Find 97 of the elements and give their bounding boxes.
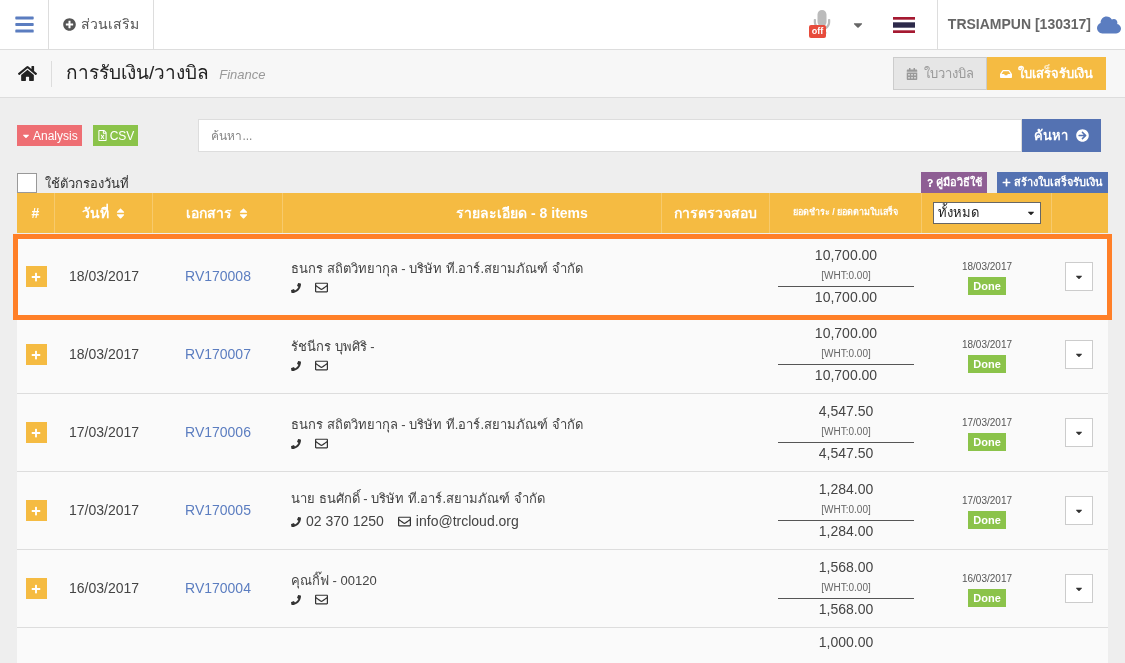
- plus-icon: [31, 427, 41, 438]
- expand-button[interactable]: [25, 500, 47, 521]
- status-badge: Done: [968, 432, 1006, 451]
- document-link[interactable]: RV170005: [185, 500, 251, 521]
- status-date: 18/03/2017: [961, 259, 1013, 274]
- plus-icon: [31, 505, 41, 516]
- status-badge: Done: [968, 588, 1006, 607]
- row-menu-button[interactable]: [1064, 574, 1093, 603]
- column-header: #: [31, 203, 40, 223]
- expand-button[interactable]: [25, 344, 47, 365]
- menu-icon: [13, 14, 35, 35]
- phone-icon: [291, 360, 301, 371]
- expand-button[interactable]: [25, 578, 47, 599]
- envelope-icon: [315, 281, 328, 295]
- cloud-icon[interactable]: [1097, 14, 1121, 35]
- total-text: 10,700.00: [778, 364, 914, 386]
- plus-icon: [1002, 178, 1011, 187]
- column-header: รายละเอียด - 8 items: [455, 203, 588, 223]
- search-button[interactable]: ค้นหา: [1022, 119, 1102, 152]
- plus-icon: [31, 583, 41, 594]
- status-date: 18/03/2017: [961, 337, 1013, 352]
- date-filter-checkbox[interactable]: [17, 173, 37, 193]
- status-date: 17/03/2017: [961, 493, 1013, 508]
- amount-text: 1,000.00: [818, 633, 874, 652]
- sort-icon[interactable]: [238, 206, 249, 220]
- document-link[interactable]: RV170008: [185, 266, 251, 287]
- total-text: 10,700.00: [778, 286, 914, 308]
- wht-text: [WHT:0.00]: [821, 503, 871, 517]
- customer-name: ธนกร สถิตวิทยากุล - บริษัท ที.อาร์.สยามภัณฑ์ จำกัด: [291, 259, 584, 279]
- total-text: 4,547.50: [778, 442, 914, 464]
- sort-icon[interactable]: [114, 206, 126, 220]
- home-icon[interactable]: [18, 65, 37, 82]
- customer-name: ธนกร สถิตวิทยากุล - บริษัท ที.อาร์.สยามภัณฑ์ จำกัด: [291, 415, 584, 435]
- row-menu-button[interactable]: [1064, 418, 1093, 447]
- customer-name: คุณกิ๊ฟ - 00120: [291, 570, 378, 591]
- phone-icon: [291, 516, 301, 527]
- document-link[interactable]: RV170006: [185, 422, 251, 443]
- status-badge: Done: [968, 276, 1006, 295]
- status-filter-select[interactable]: ทั้งหมด: [932, 202, 1041, 224]
- phone-icon: [291, 282, 301, 293]
- status-date: 17/03/2017: [961, 415, 1013, 430]
- create-receipt-button[interactable]: สร้างใบเสร็จรับเงิน: [997, 172, 1108, 193]
- date-text: 18/03/2017: [68, 267, 140, 286]
- wht-text: [WHT:0.00]: [821, 347, 871, 361]
- user-name[interactable]: TRSIAMPUN [130317]: [947, 14, 1091, 35]
- calendar-icon: [906, 67, 918, 80]
- search-field[interactable]: ค้นหา...: [198, 119, 1023, 152]
- analysis-button[interactable]: Analysis: [17, 125, 82, 146]
- row-menu-button[interactable]: [1064, 340, 1093, 369]
- inbox-icon: [1000, 67, 1012, 80]
- amount-text: 10,700.00: [814, 246, 878, 265]
- date-text: 18/03/2017: [68, 345, 140, 364]
- phone-text: 02 370 1250: [306, 512, 384, 532]
- spreadsheet-icon: [96, 130, 108, 141]
- addons-button[interactable]: ส่วนเสริม: [49, 0, 154, 49]
- plus-icon: [31, 349, 41, 360]
- total-text: 1,568.00: [778, 598, 914, 620]
- date-text: 16/03/2017: [68, 579, 140, 598]
- email-text: info@trcloud.org: [415, 512, 519, 532]
- envelope-icon: [397, 515, 411, 529]
- date-filter-label: ใช้ตัวกรองวันที่: [45, 174, 129, 193]
- phone-icon: [291, 594, 301, 605]
- phone-icon: [291, 438, 301, 449]
- csv-button[interactable]: CSV: [92, 125, 139, 146]
- expand-button[interactable]: [25, 422, 47, 443]
- question-icon: [926, 178, 934, 187]
- document-link[interactable]: RV170007: [185, 344, 251, 365]
- wht-text: [WHT:0.00]: [821, 581, 871, 595]
- row-menu-button[interactable]: [1064, 262, 1093, 291]
- thai-flag-icon[interactable]: [892, 16, 915, 33]
- total-text: 1,284.00: [778, 520, 914, 542]
- customer-name: รัชนีกร บุพศิริ -: [291, 337, 376, 357]
- document-link[interactable]: RV170004: [185, 578, 251, 599]
- column-header: ยอดชำระ / ยอดตามใบเสร็จ: [792, 206, 899, 220]
- envelope-icon: [315, 593, 328, 607]
- customer-name: นาย ธนศักดิ์ - บริษัท ที.อาร์.สยามภัณฑ์ จำกัด: [291, 488, 546, 508]
- status-date: 16/03/2017: [961, 571, 1013, 586]
- status-badge: Done: [968, 510, 1006, 529]
- plus-icon: [31, 271, 41, 282]
- page-subtitle: Finance: [219, 65, 266, 84]
- page-title: การรับเงิน/วางบิล: [66, 61, 210, 86]
- wht-text: [WHT:0.00]: [821, 269, 871, 283]
- column-header: การตรวจสอบ: [674, 203, 757, 223]
- envelope-icon: [315, 359, 328, 373]
- envelope-icon: [315, 437, 328, 451]
- status-badge: Done: [968, 354, 1006, 373]
- wht-text: [WHT:0.00]: [821, 425, 871, 439]
- amount-text: 4,547.50: [818, 402, 874, 421]
- amount-text: 1,568.00: [818, 558, 874, 577]
- expand-button[interactable]: [25, 266, 47, 287]
- date-text: 17/03/2017: [68, 423, 140, 442]
- amount-text: 1,284.00: [818, 480, 874, 499]
- row-menu-button[interactable]: [1064, 496, 1093, 525]
- amount-text: 10,700.00: [814, 324, 878, 343]
- help-button[interactable]: คู่มือวิธีใช้: [921, 172, 987, 193]
- date-text: 17/03/2017: [68, 501, 140, 520]
- page-tab[interactable]: ใบวางบิล: [893, 57, 987, 90]
